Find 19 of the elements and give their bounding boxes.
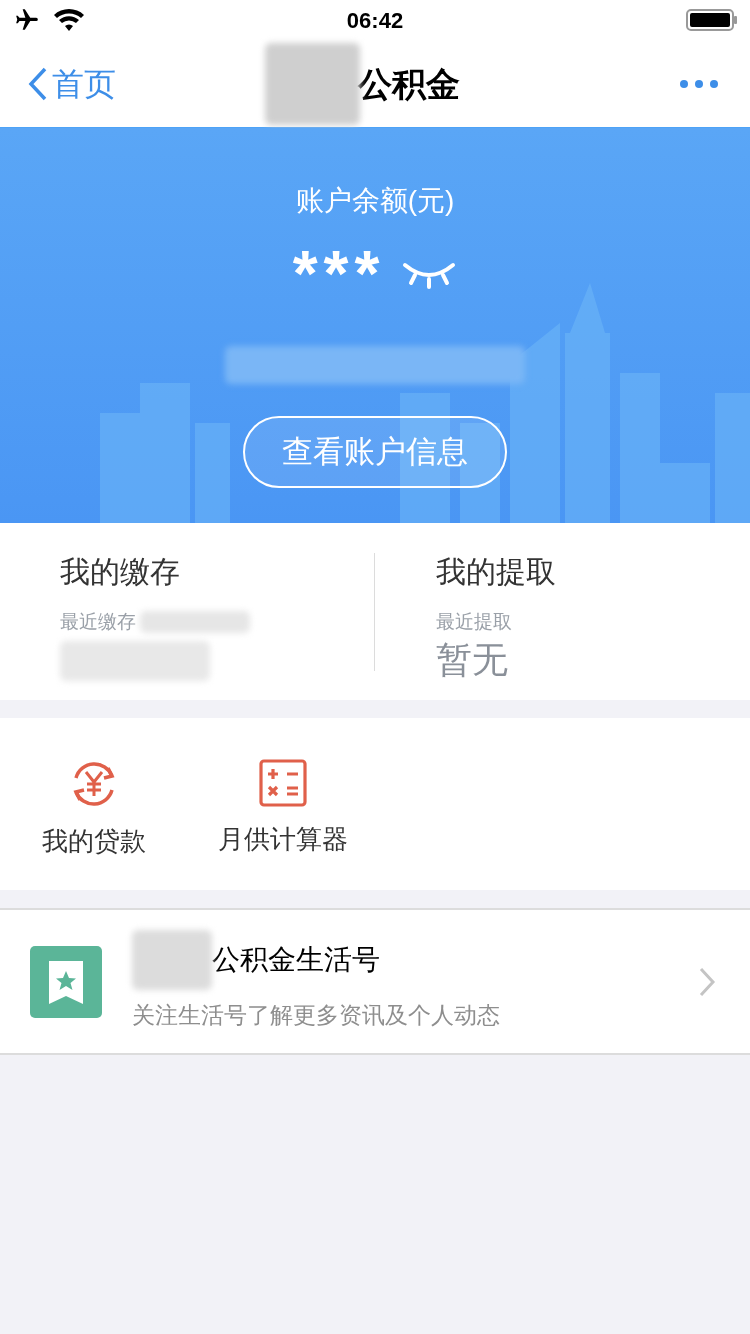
page-title: 公积金 [358,63,460,105]
life-account-title: 公积金生活号 [212,943,380,978]
summary-caption: 最近提取 [436,610,512,634]
chevron-right-icon [698,965,716,998]
wifi-icon [54,9,84,31]
battery-icon [686,8,738,32]
life-account-row[interactable]: 公积金生活号 关注生活号了解更多资讯及个人动态 [0,908,750,1055]
calculator-icon [258,758,308,808]
chevron-left-icon [28,66,48,101]
shortcut-button[interactable]: 月供计算器 [218,758,348,859]
summary-value: 暂无 [436,637,509,682]
summary-title: 我的提取 [436,554,557,590]
balance-value: *** [292,242,386,306]
status-time: 06:42 [346,6,404,35]
summary-caption: 最近缴存 [60,610,136,634]
life-account-subtitle: 关注生活号了解更多资讯及个人动态 [132,1001,500,1031]
shortcut-button[interactable]: 我的贷款 [42,758,146,861]
summary-title: 我的缴存 [60,554,181,590]
balance-label: 账户余额(元) [295,184,455,218]
